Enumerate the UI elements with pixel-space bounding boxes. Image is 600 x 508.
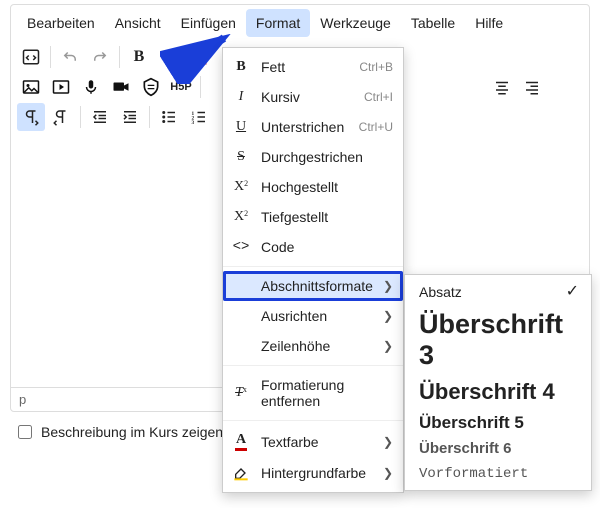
submenu-item-h3[interactable]: Überschrift 3 [405, 305, 591, 375]
video-button[interactable] [107, 73, 135, 101]
align-center-button[interactable] [488, 73, 516, 101]
statusbar-path[interactable]: p [19, 392, 26, 407]
indent-button[interactable] [116, 103, 144, 131]
menu-item-underline[interactable]: U Unterstrichen Ctrl+U [223, 112, 403, 142]
menu-hilfe[interactable]: Hilfe [465, 9, 513, 37]
menu-einfuegen[interactable]: Einfügen [171, 9, 246, 37]
menu-item-lineheight[interactable]: Zeilenhöhe ❯ [223, 331, 403, 361]
menu-label: Abschnittsformate [261, 278, 373, 294]
svg-text:A: A [194, 49, 203, 63]
submenu-item-h6[interactable]: Überschrift 6 [405, 436, 591, 461]
chevron-right-icon: ❯ [383, 309, 393, 323]
bold-button[interactable]: B [125, 43, 153, 71]
submenu-label: Überschrift 5 [419, 413, 579, 433]
menu-label: Unterstrichen [261, 119, 349, 135]
clear-format-icon: Tx [231, 385, 251, 401]
menu-label: Textfarbe [261, 434, 373, 450]
show-description-checkbox[interactable] [18, 425, 32, 439]
superscript-icon: X2 [231, 179, 251, 195]
source-code-button[interactable] [17, 43, 45, 71]
menu-ansicht[interactable]: Ansicht [105, 9, 171, 37]
chevron-right-icon: ❯ [383, 339, 393, 353]
undo-button[interactable] [56, 43, 84, 71]
menu-item-bold[interactable]: B Fett Ctrl+B [223, 52, 403, 82]
menu-item-italic[interactable]: I Kursiv Ctrl+I [223, 82, 403, 112]
submenu-item-pre[interactable]: Vorformatiert [405, 462, 591, 486]
menu-item-blocks[interactable]: Abschnittsformate ❯ [223, 271, 403, 301]
bold-icon: B [231, 59, 251, 75]
submenu-label: Absatz [419, 284, 566, 300]
menu-label: Ausrichten [261, 308, 373, 324]
svg-text:3: 3 [192, 120, 195, 126]
menu-item-superscript[interactable]: X2 Hochgestellt [223, 172, 403, 202]
ltr-button[interactable] [17, 103, 45, 131]
submenu-label: Überschrift 4 [419, 379, 579, 404]
redo-button[interactable] [86, 43, 114, 71]
italic-button[interactable]: I [155, 43, 183, 71]
submenu-item-absatz[interactable]: Absatz ✓ [405, 279, 591, 305]
align-right-button[interactable] [518, 73, 546, 101]
media-button[interactable] [47, 73, 75, 101]
menu-item-bgcolor[interactable]: Hintergrundfarbe ❯ [223, 458, 403, 488]
menu-label: Tiefgestellt [261, 209, 393, 225]
code-icon: <> [231, 239, 251, 255]
menu-label: Durchgestrichen [261, 149, 393, 165]
menu-werkzeuge[interactable]: Werkzeuge [310, 9, 401, 37]
textcolor-icon: A [231, 432, 251, 451]
mic-button[interactable] [77, 73, 105, 101]
underline-icon: U [231, 119, 251, 135]
menu-item-code[interactable]: <> Code [223, 232, 403, 262]
menu-item-strike[interactable]: S Durchgestrichen [223, 142, 403, 172]
menu-label: Fett [261, 59, 349, 75]
menu-label: Hochgestellt [261, 179, 393, 195]
submenu-item-h5[interactable]: Überschrift 5 [405, 409, 591, 437]
blocks-submenu: Absatz ✓ Überschrift 3 Überschrift 4 Übe… [404, 274, 592, 491]
menu-shortcut: Ctrl+B [359, 60, 393, 74]
submenu-item-h4[interactable]: Überschrift 4 [405, 375, 591, 408]
menu-item-clear-format[interactable]: Tx Formatierung entfernen [223, 370, 403, 416]
show-description-label: Beschreibung im Kurs zeigen [41, 424, 223, 440]
chevron-right-icon: ❯ [383, 466, 393, 480]
number-list-button[interactable]: 123 [185, 103, 213, 131]
text-color-button[interactable]: A [185, 43, 213, 71]
submenu-label: Überschrift 3 [419, 309, 579, 371]
outdent-button[interactable] [86, 103, 114, 131]
files-button[interactable] [137, 73, 165, 101]
chevron-right-icon: ❯ [383, 279, 393, 293]
menu-shortcut: Ctrl+U [359, 120, 393, 134]
menubar: Bearbeiten Ansicht Einfügen Format Werkz… [11, 5, 589, 37]
subscript-icon: X2 [231, 209, 251, 225]
format-menu: B Fett Ctrl+B I Kursiv Ctrl+I U Unterstr… [222, 47, 404, 493]
menu-label: Code [261, 239, 393, 255]
menu-label: Hintergrundfarbe [261, 465, 373, 481]
menu-label: Zeilenhöhe [261, 338, 373, 354]
check-icon: ✓ [566, 283, 579, 301]
menu-shortcut: Ctrl+I [364, 90, 393, 104]
submenu-label: Vorformatiert [419, 466, 579, 482]
menu-label: Formatierung entfernen [261, 377, 393, 409]
rtl-button[interactable] [47, 103, 75, 131]
submenu-label: Überschrift 6 [419, 440, 579, 457]
h5p-button[interactable]: H5P [167, 73, 195, 101]
strike-icon: S [231, 149, 251, 165]
menu-format[interactable]: Format [246, 9, 310, 37]
menu-tabelle[interactable]: Tabelle [401, 9, 465, 37]
image-button[interactable] [17, 73, 45, 101]
chevron-right-icon: ❯ [383, 435, 393, 449]
menu-item-align[interactable]: Ausrichten ❯ [223, 301, 403, 331]
bgcolor-icon [231, 465, 251, 481]
menu-item-textcolor[interactable]: A Textfarbe ❯ [223, 425, 403, 458]
menu-label: Kursiv [261, 89, 354, 105]
menu-bearbeiten[interactable]: Bearbeiten [17, 9, 105, 37]
italic-icon: I [231, 89, 251, 105]
menu-item-subscript[interactable]: X2 Tiefgestellt [223, 202, 403, 232]
bullet-list-button[interactable] [155, 103, 183, 131]
